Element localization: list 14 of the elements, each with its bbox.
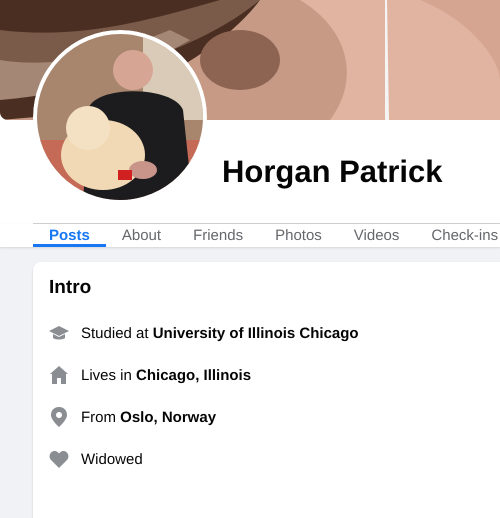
- intro-detail: From Oslo, Norway: [81, 408, 216, 426]
- location-pin-icon: [49, 407, 69, 427]
- heart-icon: [49, 449, 69, 469]
- profile-tab[interactable]: Friends: [177, 224, 260, 247]
- profile-tab[interactable]: Photos: [259, 224, 338, 247]
- house-icon: [49, 365, 69, 385]
- profile-tab[interactable]: Videos: [338, 224, 416, 247]
- profile-name: Horgan Patrick: [222, 153, 443, 191]
- intro-detail: Widowed: [81, 450, 143, 468]
- intro-detail: Lives in Chicago, Illinois: [81, 366, 252, 384]
- profile-tab[interactable]: About: [106, 224, 178, 247]
- intro-detail: Studied at University of Illinois Chicago: [81, 324, 359, 342]
- profile-tab[interactable]: Check-ins: [415, 224, 500, 247]
- intro-title: Intro: [49, 276, 92, 300]
